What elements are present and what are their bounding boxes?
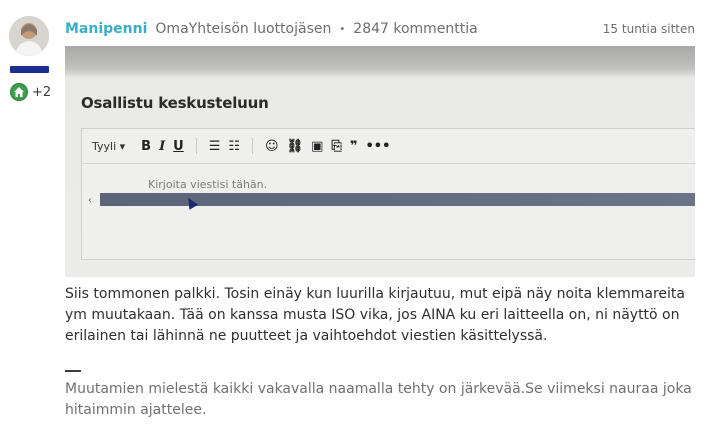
toolbar-divider [252, 138, 254, 154]
numbered-list-icon: ☷ [228, 138, 241, 154]
rank-bar [10, 66, 49, 73]
post-signature: Muutamien mielestä kaikki vakavalla naam… [65, 381, 692, 418]
photo-editor-title: Osallistu keskusteluun [81, 94, 269, 112]
badge-row: +2 [10, 83, 51, 101]
comment-count: 2847 kommenttia [353, 21, 478, 37]
badge-count[interactable]: +2 [32, 85, 51, 100]
style-dropdown: Tyyli ▾ [92, 139, 126, 153]
author-avatar[interactable] [9, 16, 49, 56]
user-avatar-icon [9, 16, 49, 56]
toolbar-divider [195, 138, 197, 154]
quote-icon: ❞ [349, 138, 358, 154]
photo-editor-box: Tyyli ▾ B I U ☰ ☷ ☺ ⛓ ▣ ⎘ ❞ ••• Kirjoita… [81, 128, 695, 260]
photo-top-band [65, 46, 695, 66]
bullet-list-icon: ☰ [208, 138, 221, 154]
photo-editor-toolbar: Tyyli ▾ B I U ☰ ☷ ☺ ⛓ ▣ ⎘ ❞ ••• [82, 129, 695, 164]
separator-dot: • [339, 23, 346, 35]
post-body-text: Siis tommonen palkki. Tosin einäy kun lu… [65, 286, 685, 344]
author-name[interactable]: Manipenni [65, 21, 147, 37]
underline-icon: U [173, 138, 184, 154]
attached-photo[interactable]: Osallistu keskusteluun Tyyli ▾ B I U ☰ ☷… [65, 46, 695, 277]
home-icon[interactable] [10, 83, 28, 101]
emoji-icon: ☺ [265, 138, 279, 154]
signature-divider [65, 370, 81, 372]
link-icon: ⛓ [286, 138, 304, 154]
post-timestamp[interactable]: 15 tuntia sitten [603, 22, 695, 36]
italic-icon: I [159, 138, 166, 154]
attach-icon: ⎘ [331, 138, 342, 154]
image-icon: ▣ [311, 138, 324, 154]
chevron-left-icon: ‹ [88, 195, 92, 206]
post-header: Manipenni OmaYhteisön luottojäsen • 2847… [65, 18, 695, 40]
bold-icon: B [141, 138, 152, 154]
more-icon: ••• [365, 138, 391, 154]
author-rank: OmaYhteisön luottojäsen [155, 21, 332, 37]
editor-placeholder: Kirjoita viestisi tähän. [148, 178, 268, 191]
